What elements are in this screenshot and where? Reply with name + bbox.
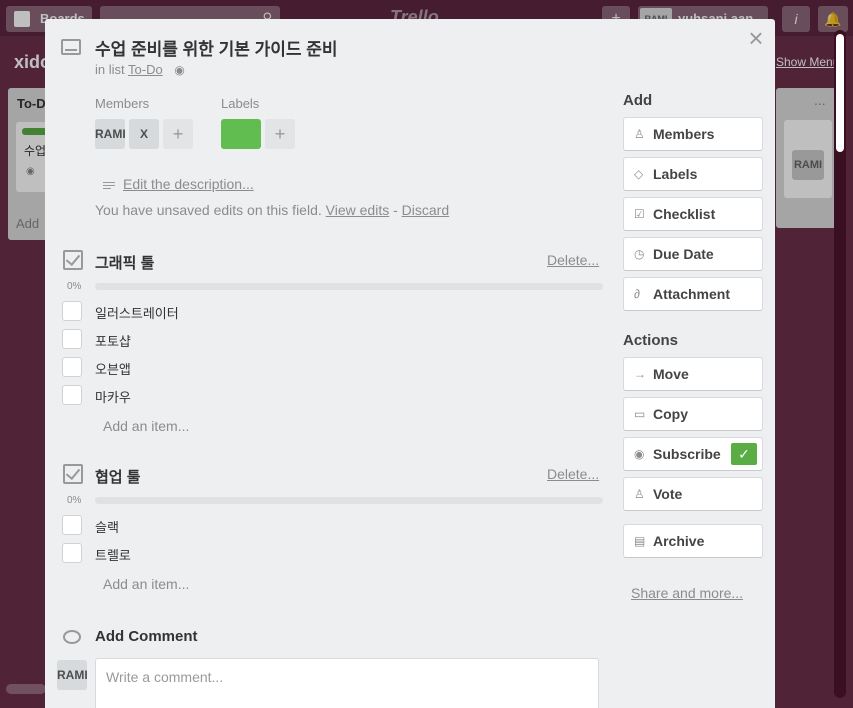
checklist-item[interactable]: 포토샵: [95, 331, 131, 350]
checklist-title[interactable]: 그래픽 툴: [95, 252, 154, 273]
card-detail-window: × 수업 준비를 위한 기본 가이드 준비 in list To-Do ◉ Me…: [45, 19, 775, 708]
comment-input[interactable]: Write a comment...: [95, 658, 599, 708]
unsaved-text: You have unsaved edits on this field.: [95, 202, 322, 218]
list-name-link[interactable]: To-Do: [128, 62, 163, 77]
button-label: Due Date: [653, 246, 714, 262]
button-label: Labels: [653, 166, 698, 182]
button-label: Vote: [653, 486, 683, 502]
button-label: Attachment: [653, 286, 731, 302]
checklist-item-checkbox[interactable]: [62, 357, 82, 377]
view-edits-link[interactable]: View edits: [326, 202, 390, 218]
checklist-icon: [63, 464, 83, 484]
members-label: Members: [95, 96, 150, 111]
checklist-item[interactable]: 일러스트레이터: [95, 303, 179, 322]
checklist-progress-percent: 0%: [67, 495, 82, 506]
add-member-button[interactable]: +: [163, 119, 193, 149]
arrow-right-icon: →: [634, 367, 646, 381]
card-icon: [61, 39, 81, 55]
checklist-item[interactable]: 슬랙: [95, 517, 119, 536]
button-label: Checklist: [653, 206, 716, 222]
card-title[interactable]: 수업 준비를 위한 기본 가이드 준비: [95, 35, 338, 60]
archive-icon: ▤: [634, 534, 646, 548]
clock-icon: ◷: [634, 247, 645, 261]
separator: -: [393, 202, 398, 218]
add-comment-heading: Add Comment: [95, 628, 198, 645]
check-icon: ✓: [731, 443, 757, 465]
thumbs-up-icon: ♙: [634, 487, 645, 501]
edit-description-link[interactable]: Edit the description...: [103, 176, 254, 192]
archive-button[interactable]: ▤ Archive: [623, 524, 763, 558]
button-label: Copy: [653, 406, 688, 422]
copy-button[interactable]: ▭ Copy: [623, 397, 763, 431]
member-avatar[interactable]: RAMI: [95, 119, 125, 149]
checklist-icon: [63, 250, 83, 270]
edit-description-label: Edit the description...: [123, 176, 254, 192]
page-scrollbar-thumb[interactable]: [836, 34, 844, 152]
card-label-green[interactable]: [221, 119, 261, 149]
person-icon: ♙: [634, 127, 645, 141]
add-label-button[interactable]: +: [265, 119, 295, 149]
in-list-info: in list To-Do ◉: [95, 62, 185, 77]
members-button[interactable]: ♙ Members: [623, 117, 763, 151]
add-heading: Add: [623, 92, 653, 109]
checklist-button[interactable]: ☑ Checklist: [623, 197, 763, 231]
checklist-item-checkbox[interactable]: [62, 515, 82, 535]
share-and-more-link[interactable]: Share and more...: [631, 585, 743, 601]
checklist-progress-bar: [95, 497, 603, 504]
checklist-item-checkbox[interactable]: [62, 301, 82, 321]
member-avatar[interactable]: X: [129, 119, 159, 149]
move-button[interactable]: → Move: [623, 357, 763, 391]
checklist-delete-link[interactable]: Delete...: [547, 466, 599, 482]
avatar: RAMI: [57, 660, 87, 690]
comment-icon: [63, 630, 81, 644]
checklist-item-checkbox[interactable]: [62, 329, 82, 349]
tag-icon: ◇: [634, 167, 644, 181]
unsaved-edits-notice: You have unsaved edits on this field. Vi…: [95, 202, 449, 218]
button-label: Move: [653, 366, 689, 382]
checklist-item[interactable]: 마카우: [95, 387, 131, 406]
eye-icon: ◉: [174, 63, 185, 77]
vote-button[interactable]: ♙ Vote: [623, 477, 763, 511]
eye-icon: ◉: [634, 447, 645, 461]
add-checklist-item-link[interactable]: Add an item...: [103, 576, 189, 592]
card-icon: ▭: [634, 407, 646, 421]
paperclip-icon: ∂: [634, 287, 640, 301]
checklist-item-checkbox[interactable]: [62, 543, 82, 563]
labels-label: Labels: [221, 96, 260, 111]
checklist-progress-bar: [95, 283, 603, 290]
subscribe-button[interactable]: ◉ Subscribe ✓: [623, 437, 763, 471]
close-icon[interactable]: ×: [745, 25, 767, 51]
button-label: Members: [653, 126, 715, 142]
checklist-item[interactable]: 오븐앱: [95, 359, 131, 378]
checklist-title[interactable]: 협업 툴: [95, 466, 141, 487]
checklist-delete-link[interactable]: Delete...: [547, 252, 599, 268]
checklist-item[interactable]: 트렐로: [95, 545, 131, 564]
button-label: Archive: [653, 533, 705, 549]
description-icon: [103, 180, 115, 191]
add-checklist-item-link[interactable]: Add an item...: [103, 418, 189, 434]
labels-button[interactable]: ◇ Labels: [623, 157, 763, 191]
in-list-prefix: in list: [95, 62, 125, 77]
checklist-progress-percent: 0%: [67, 281, 82, 292]
due-date-button[interactable]: ◷ Due Date: [623, 237, 763, 271]
checklist-icon: ☑: [634, 207, 645, 221]
button-label: Subscribe: [653, 446, 721, 462]
checklist-item-checkbox[interactable]: [62, 385, 82, 405]
discard-link[interactable]: Discard: [402, 202, 449, 218]
attachment-button[interactable]: ∂ Attachment: [623, 277, 763, 311]
actions-heading: Actions: [623, 332, 679, 349]
